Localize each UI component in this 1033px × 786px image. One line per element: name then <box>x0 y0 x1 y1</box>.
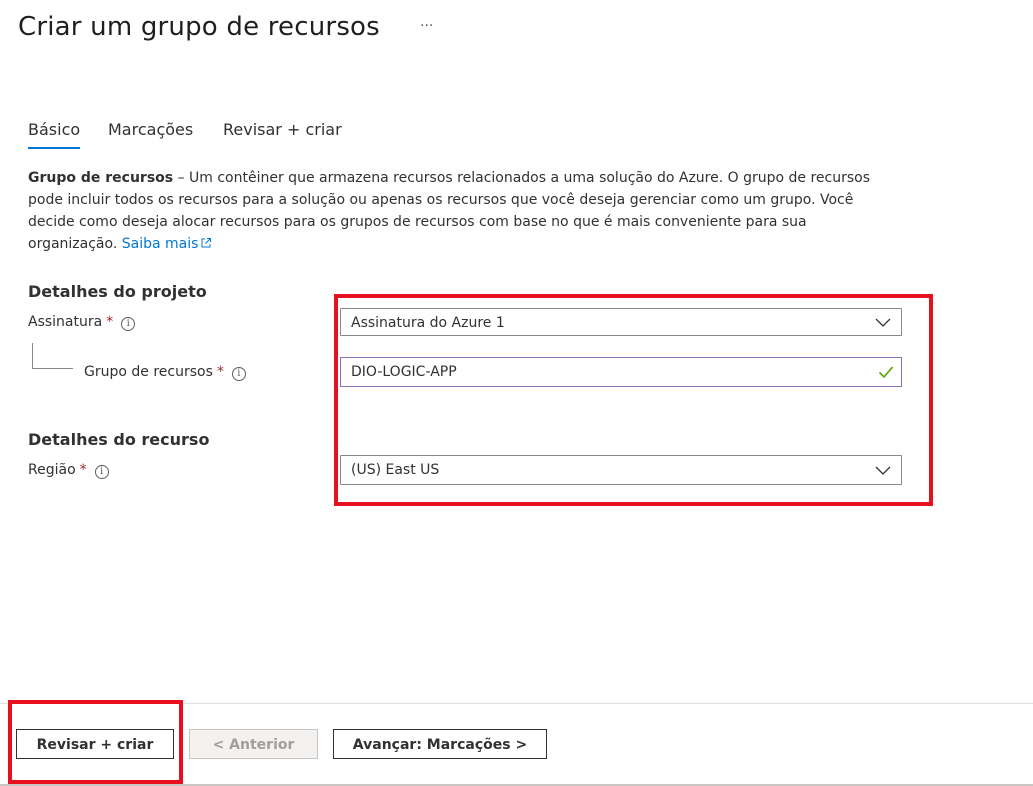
resource-group-label: Grupo de recursos <box>84 364 213 380</box>
next-tags-button[interactable]: Avançar: Marcações > <box>333 729 547 759</box>
tab-basico[interactable]: Básico <box>28 120 81 149</box>
highlight-box-fields <box>334 294 933 506</box>
tab-revisar-criar[interactable]: Revisar + criar <box>223 120 342 139</box>
info-icon[interactable]: i <box>231 367 246 381</box>
info-icon[interactable]: i <box>94 465 109 479</box>
previous-button[interactable]: < Anterior <box>189 729 318 759</box>
resource-group-label-row: Grupo de recursos * i <box>84 364 246 381</box>
page-title: Criar um grupo de recursos <box>18 12 380 42</box>
highlight-box-review-button <box>8 700 183 784</box>
required-marker: * <box>216 364 224 380</box>
description-bold: Grupo de recursos <box>28 170 174 186</box>
region-label: Região <box>28 462 76 478</box>
learn-more-label: Saiba mais <box>121 236 199 252</box>
project-details-title: Detalhes do projeto <box>28 282 207 301</box>
resource-details-title: Detalhes do recurso <box>28 430 210 449</box>
external-link-icon <box>201 238 212 248</box>
description: Grupo de recursos – Um contêiner que arm… <box>28 167 888 255</box>
tree-connector <box>32 343 73 369</box>
required-marker: * <box>79 462 87 478</box>
learn-more-link[interactable]: Saiba mais <box>122 236 213 252</box>
required-marker: * <box>106 314 114 330</box>
info-icon[interactable]: i <box>121 317 136 331</box>
more-options-icon[interactable]: ··· <box>420 18 433 34</box>
region-label-row: Região * i <box>28 462 109 479</box>
tab-marcacoes[interactable]: Marcações <box>108 120 193 139</box>
subscription-label-row: Assinatura * i <box>28 314 136 331</box>
subscription-label: Assinatura <box>28 314 103 330</box>
